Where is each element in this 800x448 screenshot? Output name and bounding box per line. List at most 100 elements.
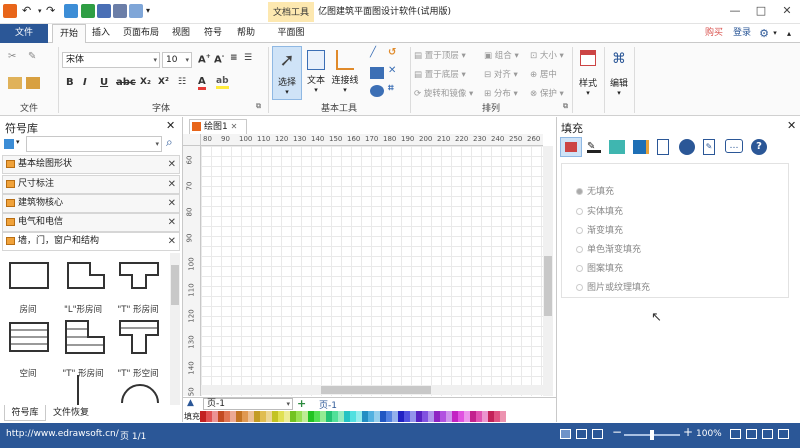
zoom-slider-thumb[interactable] — [650, 430, 654, 440]
group-button[interactable]: ▣ 组合 ▾ — [484, 49, 519, 61]
open-icon[interactable] — [81, 4, 95, 18]
t-room-shape[interactable] — [119, 262, 159, 289]
t-room-shape[interactable] — [65, 320, 105, 354]
fill-option-solid[interactable]: 实体填充 — [576, 204, 623, 217]
add-page-button[interactable]: + — [297, 397, 306, 410]
grow-font-icon[interactable]: A+ — [198, 53, 211, 65]
scrollbar-thumb[interactable] — [544, 256, 552, 316]
arrange-dialog-launcher-icon[interactable]: ⧉ — [563, 102, 568, 111]
page-select[interactable]: 页-1 ▾ — [203, 398, 293, 410]
superscript-button[interactable]: X² — [158, 77, 169, 87]
font-color-icon[interactable]: A — [198, 76, 206, 90]
paste-icon[interactable] — [26, 77, 40, 89]
tab-file[interactable]: 文件 — [0, 24, 48, 43]
zoom-in-button[interactable]: + — [683, 425, 693, 439]
line-spacing-icon[interactable]: ☰ — [244, 53, 252, 63]
chevron-down-icon[interactable]: ▾ — [16, 138, 20, 146]
help-icon[interactable]: ? — [751, 139, 767, 155]
size-tab-icon[interactable] — [633, 140, 649, 154]
copy-icon[interactable] — [8, 77, 22, 89]
t-space-shape[interactable] — [119, 320, 159, 354]
bold-button[interactable]: B — [66, 77, 74, 88]
library-menu-icon[interactable] — [4, 139, 14, 149]
format-painter-icon[interactable]: ✎ — [28, 51, 42, 63]
library-search-input[interactable]: ▾ — [26, 136, 162, 152]
rectangle-tool-icon[interactable] — [370, 67, 384, 79]
scrollbar-thumb[interactable] — [321, 386, 431, 394]
fullscreen-icon[interactable] — [592, 429, 603, 439]
close-icon[interactable]: ✕ — [168, 214, 176, 231]
underline-button[interactable]: U — [100, 77, 108, 88]
fill-option-pattern[interactable]: 图案填充 — [576, 261, 623, 274]
zoom-slider[interactable] — [624, 430, 680, 440]
close-icon[interactable]: ✕ — [168, 233, 176, 250]
login-link[interactable]: 登录 — [730, 24, 754, 43]
edit-button[interactable]: ⌘ 编辑 ▾ — [606, 46, 632, 106]
fill-tab-button[interactable] — [560, 137, 582, 157]
cut-icon[interactable]: ✂ — [8, 51, 22, 63]
print-icon[interactable] — [113, 4, 127, 18]
tab-home[interactable]: 开始 — [52, 24, 86, 44]
maximize-button[interactable]: □ — [748, 0, 774, 22]
page-up-icon[interactable]: ▲ — [187, 398, 194, 408]
close-icon[interactable]: ✕ — [168, 156, 176, 173]
tab-page-layout[interactable]: 页面布局 — [120, 24, 162, 43]
font-name-select[interactable]: 宋体 ▾ — [62, 52, 160, 68]
arc-wall-shape[interactable] — [121, 384, 159, 404]
close-icon[interactable]: ✕ — [787, 119, 796, 132]
connector-tool-button[interactable]: 连接线 ▾ — [330, 46, 360, 100]
strikethrough-button[interactable]: abc — [116, 77, 136, 88]
line-tab-icon[interactable]: ✎ — [587, 141, 601, 153]
hyperlink-tab-icon[interactable] — [679, 139, 695, 155]
export-icon[interactable] — [129, 4, 143, 18]
document-tab[interactable]: 绘图1 ✕ — [189, 119, 247, 134]
canvas-grid[interactable] — [201, 146, 543, 396]
italic-button[interactable]: I — [83, 77, 87, 88]
distribute-button[interactable]: ⊞ 分布 ▾ — [484, 87, 518, 99]
library-category-active[interactable]: 墙，门，窗户和结构 ✕ — [2, 232, 180, 251]
tab-view[interactable]: 视图 — [168, 24, 194, 43]
page-tab-icon[interactable] — [657, 139, 669, 155]
whole-page-icon[interactable] — [778, 429, 789, 439]
fit-page-icon[interactable] — [730, 429, 741, 439]
center-button[interactable]: ⊕ 居中 — [530, 68, 557, 80]
close-icon[interactable]: ✕ — [166, 119, 175, 132]
l-room-shape[interactable] — [67, 262, 105, 289]
page-tab[interactable]: 页-1 — [319, 398, 337, 411]
library-scrollbar[interactable] — [170, 253, 180, 405]
library-category[interactable]: 尺寸标注 ✕ — [2, 175, 180, 194]
settings-dropdown-icon[interactable]: ▾ — [771, 24, 779, 43]
zoom-out-button[interactable]: − — [612, 425, 622, 439]
text-tool-button[interactable]: 文本 ▾ — [303, 46, 329, 100]
color-swatch[interactable] — [500, 411, 506, 422]
fill-option-picture[interactable]: 图片或纹理填充 — [576, 280, 650, 293]
fill-option-gradient[interactable]: 渐变填充 — [576, 223, 623, 236]
protect-button[interactable]: ⊗ 保护 ▾ — [530, 87, 564, 99]
library-category[interactable]: 电气和电信 ✕ — [2, 213, 180, 232]
text-align-icon[interactable]: ≡ — [230, 53, 238, 63]
color-palette[interactable] — [200, 411, 520, 422]
fill-option-none[interactable]: 无填充 — [576, 184, 614, 197]
tab-symbol[interactable]: 符号 — [200, 24, 226, 43]
fit-height-icon[interactable] — [762, 429, 773, 439]
scrollbar-thumb[interactable] — [171, 265, 179, 305]
ribbon-collapse-icon[interactable]: ▴ — [782, 24, 796, 43]
size-button[interactable]: ⊡ 大小 ▾ — [530, 49, 564, 61]
tab-help[interactable]: 帮助 — [233, 24, 259, 43]
tab-symbol-library[interactable]: 符号库 — [4, 405, 46, 421]
close-icon[interactable]: ✕ — [168, 195, 176, 212]
crop-tool-icon[interactable]: ⌗ — [388, 83, 394, 94]
search-icon[interactable]: ⌕ — [166, 135, 173, 150]
fill-option-mono-gradient[interactable]: 单色渐变填充 — [576, 242, 641, 255]
tab-insert[interactable]: 插入 — [88, 24, 114, 43]
view-page-icon[interactable] — [576, 429, 587, 439]
highlight-icon[interactable]: ab — [216, 76, 229, 89]
line-tool-icon[interactable]: ╱ — [370, 47, 376, 58]
close-button[interactable]: ✕ — [774, 0, 800, 22]
bring-to-front-button[interactable]: ▤ 置于顶层 ▾ — [414, 49, 466, 61]
arc-tool-icon[interactable]: ↺ — [388, 47, 396, 58]
undo-icon[interactable]: ↶ — [22, 4, 36, 18]
attachment-tab-icon[interactable]: ✎ — [703, 139, 715, 155]
canvas-horizontal-scrollbar[interactable] — [201, 385, 543, 395]
settings-icon[interactable]: ⚙ — [757, 24, 771, 43]
